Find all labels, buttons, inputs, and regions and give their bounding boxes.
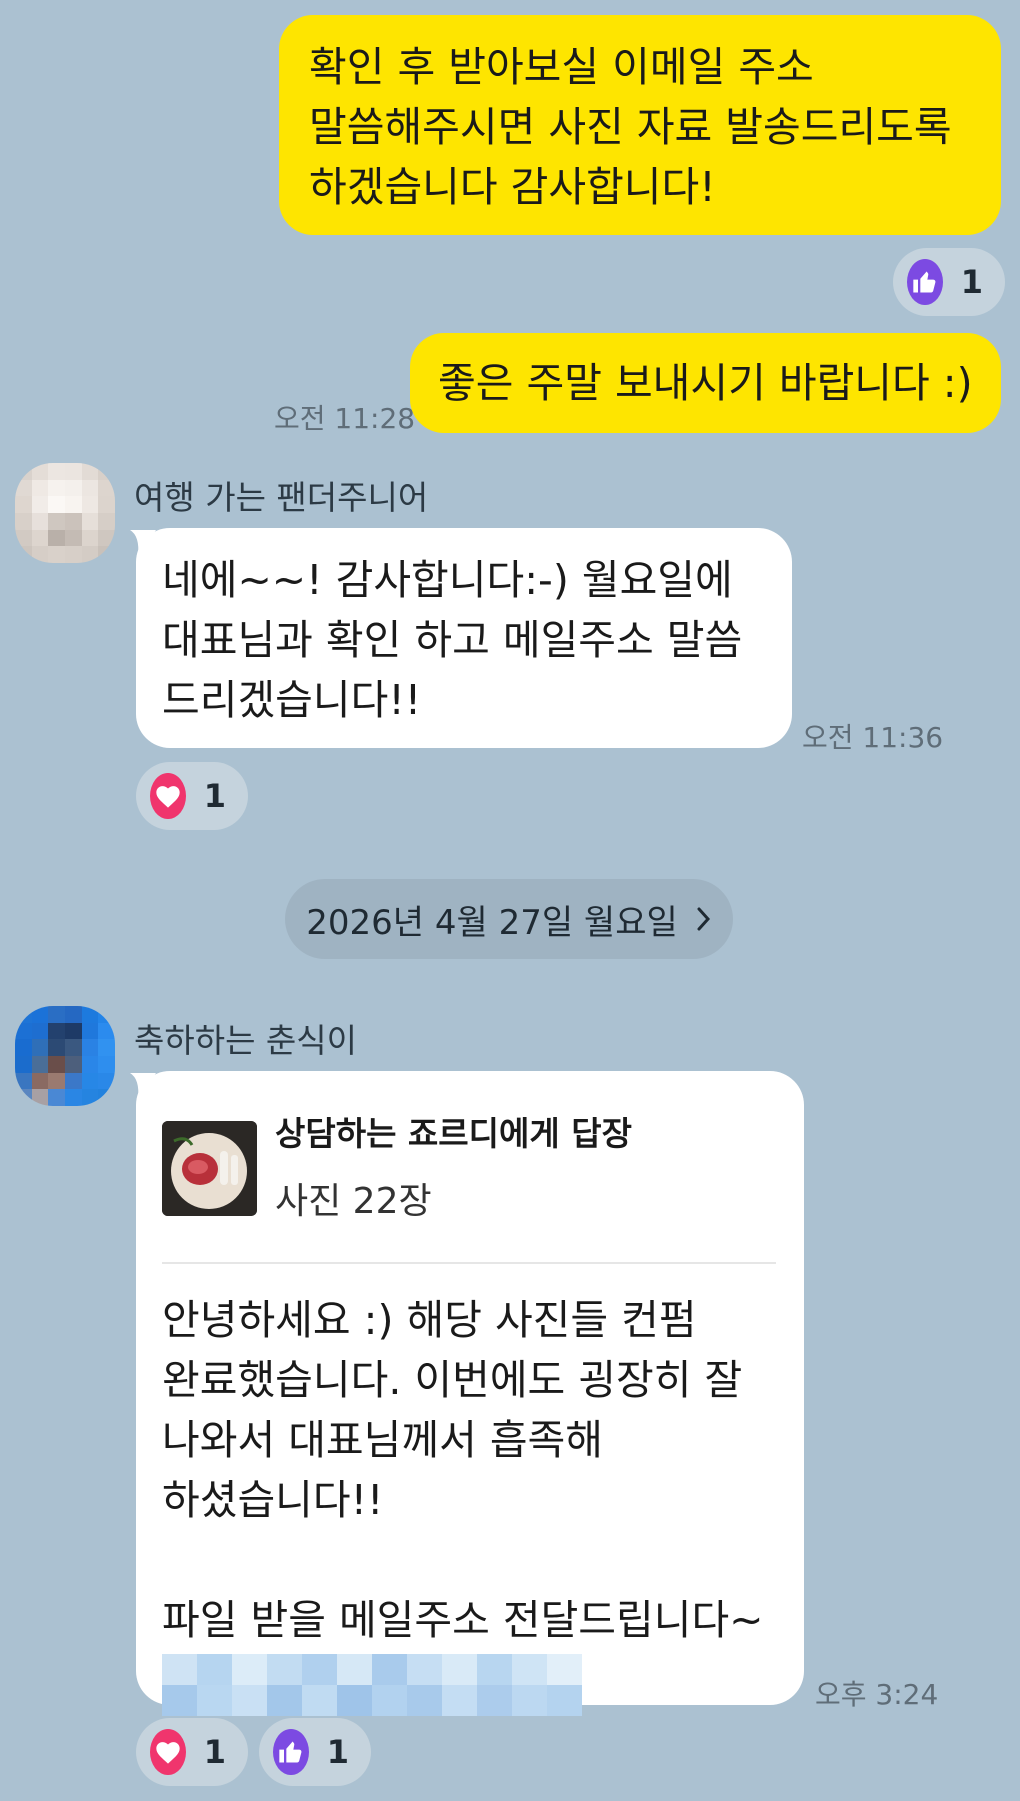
sender-name: 여행 가는 팬더주니어 [134, 478, 429, 517]
date-label: 2026년 4월 27일 월요일 [306, 902, 678, 943]
chevron-right-icon [697, 907, 710, 931]
reply-subtitle: 사진 22장 [275, 1181, 432, 1222]
heart-icon [150, 773, 186, 819]
sender-avatar[interactable] [15, 463, 115, 563]
reaction-thumbs-up[interactable]: 1 [259, 1718, 371, 1786]
heart-icon [150, 1729, 186, 1775]
message-time: 오후 3:24 [815, 1678, 939, 1711]
thumbs-up-icon [907, 259, 943, 305]
message-text: 안녕하세요 :) 해당 사진들 컨펌 완료했습니다. 이번에도 굉장히 잘 나와… [162, 1296, 764, 1644]
thumbs-up-icon [273, 1729, 309, 1775]
divider [162, 1262, 776, 1264]
sender-avatar[interactable] [15, 1006, 115, 1106]
reaction-heart[interactable]: 1 [136, 762, 248, 830]
reply-title: 상담하는 죠르디에게 답장 [275, 1114, 632, 1153]
reply-preview[interactable]: 상담하는 죠르디에게 답장 사진 22장 [162, 1104, 776, 1232]
message-time: 오전 11:36 [802, 721, 944, 754]
outgoing-message-bubble[interactable]: 확인 후 받아보실 이메일 주소 말씀해주시면 사진 자료 발송드리도록 하겠습… [279, 15, 1001, 235]
reply-thumbnail [162, 1120, 257, 1216]
blurred-email[interactable] [162, 1654, 582, 1716]
message-time: 오전 11:28 [274, 402, 416, 435]
reaction-count: 1 [203, 777, 226, 815]
reaction-count: 1 [960, 263, 983, 301]
food-photo-icon [162, 1120, 257, 1216]
reaction-count: 1 [326, 1733, 349, 1771]
reaction-heart[interactable]: 1 [136, 1718, 248, 1786]
date-divider[interactable]: 2026년 4월 27일 월요일 [285, 879, 733, 959]
outgoing-message-bubble[interactable]: 좋은 주말 보내시기 바랍니다 :) [410, 333, 1001, 433]
reaction-thumbs-up[interactable]: 1 [893, 248, 1005, 316]
reaction-count: 1 [203, 1733, 226, 1771]
incoming-message-bubble[interactable]: 네에~~! 감사합니다:-) 월요일에 대표님과 확인 하고 메일주소 말씀 드… [136, 528, 792, 748]
incoming-message-bubble[interactable]: 상담하는 죠르디에게 답장 사진 22장 안녕하세요 :) 해당 사진들 컨펌 … [136, 1071, 804, 1716]
sender-name: 축하하는 춘식이 [134, 1021, 358, 1060]
